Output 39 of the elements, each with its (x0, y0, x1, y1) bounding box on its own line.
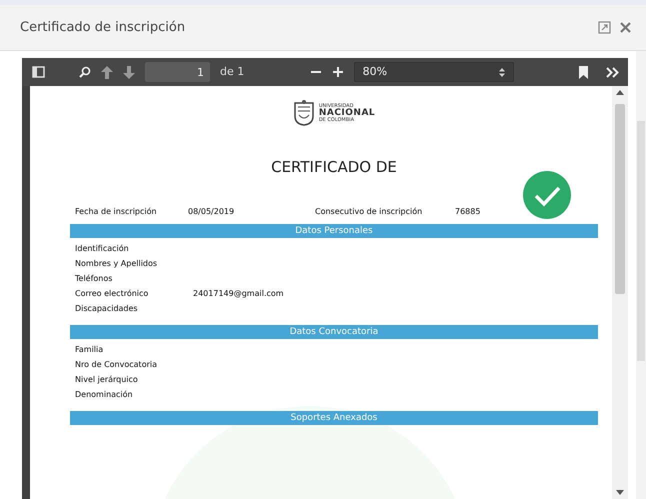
double-chevron-icon[interactable] (606, 66, 620, 78)
scroll-down-icon[interactable] (616, 490, 624, 496)
document-title: CERTIFICADO DE (270, 157, 398, 178)
section-header: Datos Convocatoria (70, 324, 598, 338)
search-icon[interactable] (79, 66, 91, 78)
section-header: Datos Personales (70, 224, 598, 238)
field-value: 76885 (455, 206, 482, 218)
field-label: Consecutivo de inscripción (315, 206, 424, 218)
dialog-title: Certificado de inscripción (20, 18, 186, 37)
crest-icon (292, 100, 315, 126)
field-label: Fecha de inscripción (74, 206, 158, 218)
field-label: Teléfonos (75, 273, 114, 285)
scrollbar-thumb[interactable] (615, 104, 625, 294)
field-value: 24017149@gmail.com (193, 288, 284, 300)
field-label: Nro de Convocatoria (75, 359, 158, 371)
close-icon[interactable] (619, 21, 632, 34)
field-label: Correo electrónico (75, 288, 150, 300)
page-number-field[interactable]: 1 (145, 62, 210, 82)
page-count: de 1 (220, 64, 244, 80)
field-label: Nivel jerárquico (75, 374, 139, 386)
bookmark-icon[interactable] (579, 66, 588, 78)
scroll-up-icon[interactable] (616, 89, 624, 95)
zoom-in-icon[interactable] (332, 66, 344, 78)
scrollbar-thumb[interactable] (637, 121, 645, 361)
check-icon (522, 170, 572, 220)
field-label: Familia (75, 344, 104, 356)
field-value: 08/05/2019 (188, 206, 236, 218)
zoom-select[interactable]: 80% (354, 62, 514, 82)
field-label: Denominación (75, 389, 134, 401)
dropdown-arrows-icon (498, 68, 505, 76)
section-header: Soportes Anexados (70, 410, 598, 424)
sidebar-toggle-icon[interactable] (32, 66, 45, 78)
logo-text: NACIONAL (318, 108, 376, 118)
next-page-icon[interactable] (123, 66, 135, 78)
maximize-icon[interactable] (598, 21, 611, 34)
field-label: Nombres y Apellidos (75, 258, 158, 270)
field-label: Discapacidades (75, 303, 139, 315)
field-label: Identificación (75, 243, 130, 255)
previous-page-icon[interactable] (101, 66, 113, 78)
